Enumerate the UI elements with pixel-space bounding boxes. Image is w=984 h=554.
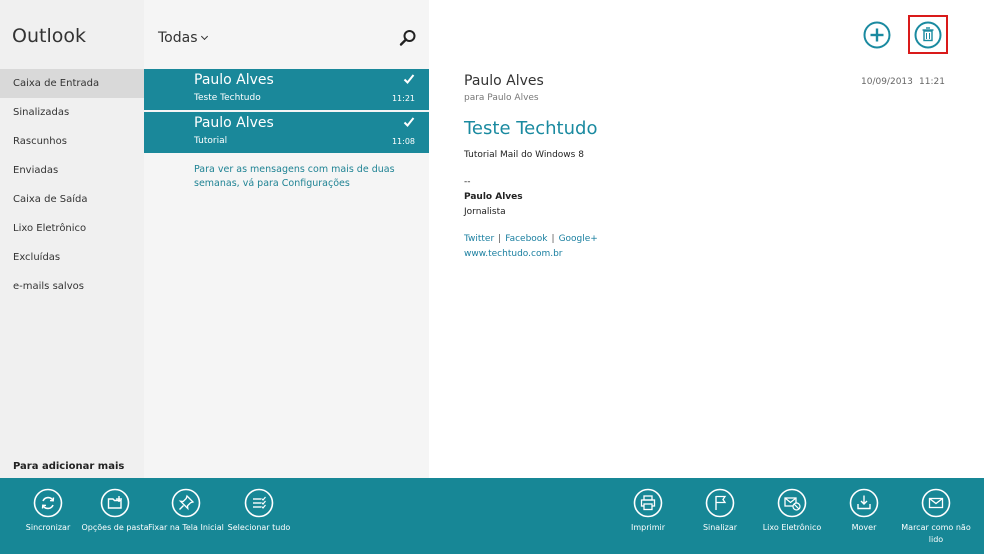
older-messages-link[interactable]: Para ver as mensagens com mais de duas s… [194,163,404,191]
folder-sent[interactable]: Enviadas [0,156,144,185]
email-sender[interactable]: Paulo Alves [464,73,544,89]
message-item[interactable]: Paulo Alves Teste Techtudo 11:21 [144,69,429,110]
folder-saved-emails[interactable]: e-mails salvos [0,272,144,301]
signature-separator: -- [464,177,471,187]
select-all-icon [244,488,274,518]
google-plus-link[interactable]: Google+ [559,234,598,244]
folder-deleted[interactable]: Excluídas [0,243,144,272]
mark-unread-label: Marcar como não lido [901,523,971,544]
move-icon [849,488,879,518]
mark-unread-button[interactable]: Marcar como não lido [896,488,976,546]
delete-highlight-box [908,15,948,54]
mark-unread-icon [921,488,951,518]
message-sender: Paulo Alves [194,115,274,131]
email-time: 11:21 [919,77,945,87]
print-icon [633,488,663,518]
folder-inbox[interactable]: Caixa de Entrada [0,69,144,98]
trash-icon[interactable] [914,21,942,49]
email-recipient: para Paulo Alves [464,93,539,103]
junk-button[interactable]: Lixo Eletrônico [752,488,832,534]
folder-flagged[interactable]: Sinalizadas [0,98,144,127]
folder-options-icon [100,488,130,518]
filter-dropdown[interactable]: Todas [158,30,208,46]
select-all-button[interactable]: Selecionar tudo [219,488,299,534]
chevron-down-icon [200,32,208,41]
checkmark-icon[interactable] [403,116,415,128]
add-accounts-hint[interactable]: Para adicionar mais [13,461,124,472]
new-message-icon[interactable] [863,21,891,49]
junk-icon [777,488,807,518]
app-title: Outlook [12,25,86,47]
app-bar: Sincronizar Opções de pasta Fixar na Tel… [0,478,984,554]
checkmark-icon[interactable] [403,73,415,85]
facebook-link[interactable]: Facebook [505,234,547,244]
email-date: 10/09/2013 [861,77,913,87]
folder-outbox[interactable]: Caixa de Saída [0,185,144,214]
message-item[interactable]: Paulo Alves Tutorial 11:08 [144,112,429,153]
folder-list: Caixa de Entrada Sinalizadas Rascunhos E… [0,69,144,301]
link-separator: | [498,234,502,244]
message-time: 11:21 [391,94,415,103]
email-body-text: Tutorial Mail do Windows 8 [464,150,584,160]
pin-to-start-label: Fixar na Tela Inicial [148,523,224,532]
pin-icon [171,488,201,518]
link-separator: | [551,234,555,244]
folder-junk[interactable]: Lixo Eletrônico [0,214,144,243]
sync-icon [33,488,63,518]
signature-links: Twitter | Facebook | Google+ [464,234,598,244]
flag-icon [705,488,735,518]
print-label: Imprimir [630,523,666,532]
print-button[interactable]: Imprimir [608,488,688,534]
website-link[interactable]: www.techtudo.com.br [464,249,563,259]
filter-label: Todas [158,30,198,46]
twitter-link[interactable]: Twitter [464,234,494,244]
select-all-label: Selecionar tudo [227,523,291,532]
signature-role: Jornalista [464,207,506,217]
flag-label: Sinalizar [702,523,738,532]
message-subject: Teste Techtudo [194,93,261,103]
move-button[interactable]: Mover [824,488,904,534]
folder-pane: Outlook Caixa de Entrada Sinalizadas Ras… [0,0,144,478]
folder-options-button[interactable]: Opções de pasta [75,488,155,534]
flag-button[interactable]: Sinalizar [680,488,760,534]
search-icon[interactable] [398,28,418,48]
message-sender: Paulo Alves [194,72,274,88]
signature-name: Paulo Alves [464,192,523,202]
move-label: Mover [851,523,877,532]
message-time: 11:08 [391,137,415,146]
junk-label: Lixo Eletrônico [762,523,822,532]
folder-options-label: Opções de pasta [81,523,149,532]
message-subject: Tutorial [194,136,228,146]
pin-to-start-button[interactable]: Fixar na Tela Inicial [146,488,226,534]
reading-pane: Paulo Alves para Paulo Alves 10/09/2013 … [429,0,984,478]
message-list-pane: Todas Paulo Alves Teste Techtudo 11:21 P… [144,0,429,478]
folder-drafts[interactable]: Rascunhos [0,127,144,156]
email-subject: Teste Techtudo [464,118,598,139]
